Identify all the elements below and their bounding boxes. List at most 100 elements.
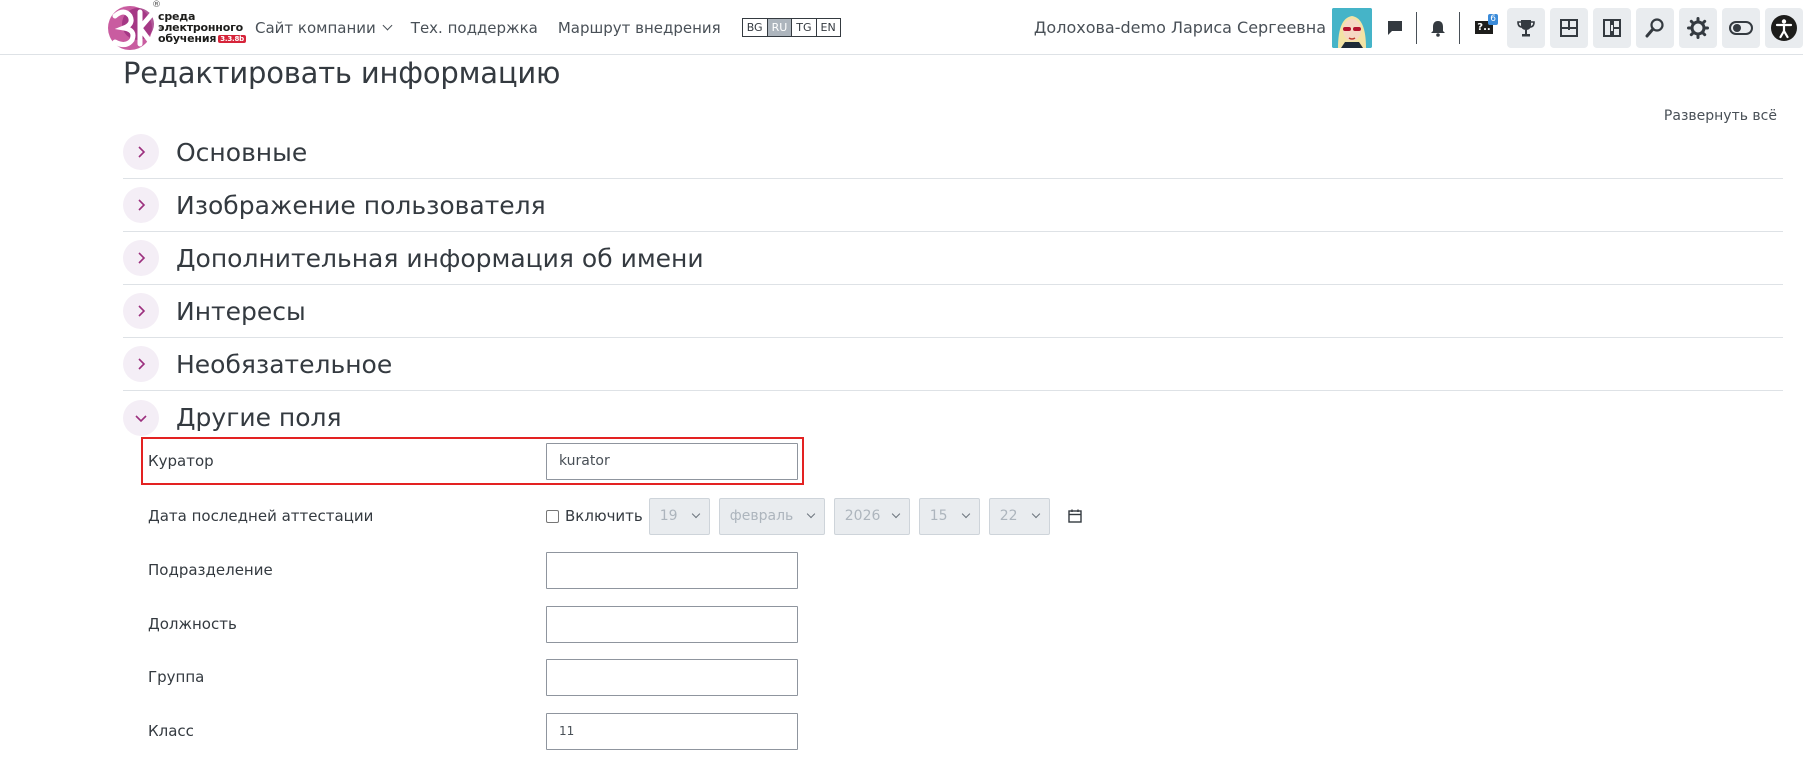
year-value: 2026 [844, 508, 881, 524]
hour-value: 15 [929, 508, 948, 524]
lang-ru[interactable]: RU [767, 19, 793, 36]
site-logo[interactable]: ® среда электронного обучения 3.3.8b [106, 0, 246, 52]
avatar[interactable] [1332, 7, 1372, 48]
accessibility-icon [1771, 14, 1797, 41]
avatar-icon [1332, 7, 1372, 48]
chevron-right-icon [138, 199, 146, 211]
section-toggle[interactable] [123, 399, 159, 436]
language-switcher: BG RU TG EN [741, 18, 841, 37]
section-title: Необязательное [176, 349, 393, 379]
top-navbar: ® среда электронного обучения 3.3.8b Сайт… [0, 0, 1803, 55]
search-button[interactable] [1636, 7, 1674, 48]
toggle-icon [1729, 20, 1753, 35]
chevron-right-icon [138, 146, 146, 158]
section-optional[interactable]: Необязательное [123, 338, 1783, 391]
theme-toggle-button[interactable] [1722, 7, 1760, 48]
minute-select[interactable]: 22 [988, 497, 1050, 535]
user-name[interactable]: Долохова-demo Лариса Сергеевна [1034, 18, 1326, 37]
chevron-right-icon [138, 358, 146, 370]
logo-registered: ® [152, 0, 161, 10]
department-input[interactable] [546, 551, 798, 589]
group-label: Группа [148, 668, 205, 686]
section-toggle[interactable] [123, 293, 159, 329]
main-nav: Сайт компании Тех. поддержка Маршрут вне… [255, 0, 841, 55]
logo-mark-icon [108, 6, 155, 50]
minute-value: 22 [999, 508, 1018, 524]
curator-input[interactable]: kurator [546, 442, 798, 480]
section-title: Интересы [176, 296, 306, 326]
year-select[interactable]: 2026 [833, 497, 910, 535]
chevron-down-icon [382, 20, 393, 31]
section-name-info[interactable]: Дополнительная информация об имени [123, 232, 1783, 285]
gear-icon [1687, 16, 1709, 39]
accessibility-button[interactable] [1765, 7, 1803, 48]
dashboard-button[interactable] [1550, 7, 1588, 48]
settings-button[interactable] [1679, 7, 1717, 48]
lang-tg[interactable]: TG [792, 19, 817, 36]
board-button[interactable] [1593, 7, 1631, 48]
last-attestation-label: Дата последней аттестации [148, 507, 374, 525]
help-badge-count: 6 [1488, 13, 1498, 25]
toolbar-divider [1459, 11, 1460, 44]
section-basic[interactable]: Основные [123, 126, 1783, 179]
dashboard-icon [1560, 18, 1578, 37]
nav-implementation-route[interactable]: Маршрут внедрения [558, 19, 721, 37]
section-toggle[interactable] [123, 134, 159, 170]
trophy-icon [1517, 19, 1535, 36]
enable-date-checkbox[interactable] [546, 509, 559, 523]
toolbar-divider [1416, 11, 1417, 44]
section-toggle[interactable] [123, 187, 159, 223]
user-area: Долохова-demo Лариса Сергеевна ?.. 6 [1034, 0, 1803, 55]
class-input[interactable]: 11 [546, 712, 798, 750]
message-icon [1388, 20, 1402, 35]
section-title: Другие поля [176, 403, 342, 432]
messages-button[interactable] [1380, 8, 1410, 48]
chevron-down-icon [961, 509, 971, 519]
nav-tech-support-label: Тех. поддержка [410, 18, 538, 37]
achievements-button[interactable] [1507, 7, 1545, 48]
chevron-down-icon [135, 414, 147, 422]
lang-en[interactable]: EN [817, 19, 840, 36]
hour-select[interactable]: 15 [918, 497, 980, 535]
chevron-down-icon [806, 509, 816, 519]
month-value: февраль [729, 508, 794, 524]
date-controls: Включить 19 февраль 2026 15 22 [546, 497, 1083, 535]
section-interests[interactable]: Интересы [123, 285, 1783, 338]
department-label: Подразделение [148, 561, 273, 579]
section-toggle[interactable] [123, 346, 159, 382]
section-toggle[interactable] [123, 240, 159, 276]
curator-label: Куратор [148, 452, 214, 470]
class-label: Класс [148, 722, 194, 740]
chevron-right-icon [138, 252, 146, 264]
nav-tech-support[interactable]: Тех. поддержка [411, 19, 538, 37]
logo-text: среда электронного обучения 3.3.8b [158, 11, 246, 44]
chevron-right-icon [138, 305, 146, 317]
notifications-button[interactable] [1423, 8, 1453, 48]
nav-company-site[interactable]: Сайт компании [255, 18, 393, 37]
lang-bg[interactable]: BG [743, 19, 768, 36]
enable-date-label[interactable]: Включить [565, 507, 643, 525]
search-icon [1645, 17, 1664, 37]
section-title: Основные [176, 137, 308, 167]
group-input[interactable] [546, 658, 798, 696]
section-title: Дополнительная информация об имени [176, 243, 704, 273]
day-select[interactable]: 19 [648, 497, 710, 535]
help-badge-button[interactable]: ?.. 6 [1466, 8, 1502, 48]
bell-icon [1431, 20, 1445, 37]
position-input[interactable] [546, 605, 798, 643]
board-icon [1603, 18, 1621, 37]
nav-implementation-route-label: Маршрут внедрения [557, 18, 721, 37]
chevron-down-icon [691, 509, 701, 519]
page-title: Редактировать информацию [123, 56, 561, 90]
day-value: 19 [659, 508, 678, 524]
expand-all-link[interactable]: Развернуть всё [1664, 108, 1777, 124]
chevron-down-icon [891, 509, 901, 519]
section-title: Изображение пользователя [176, 190, 546, 220]
chevron-down-icon [1031, 509, 1041, 519]
nav-company-site-label: Сайт компании [255, 18, 376, 37]
calendar-icon[interactable] [1067, 508, 1083, 524]
section-user-picture[interactable]: Изображение пользователя [123, 179, 1783, 232]
position-label: Должность [148, 615, 237, 633]
logo-line3: обучения [158, 32, 217, 45]
month-select[interactable]: февраль [718, 497, 825, 535]
